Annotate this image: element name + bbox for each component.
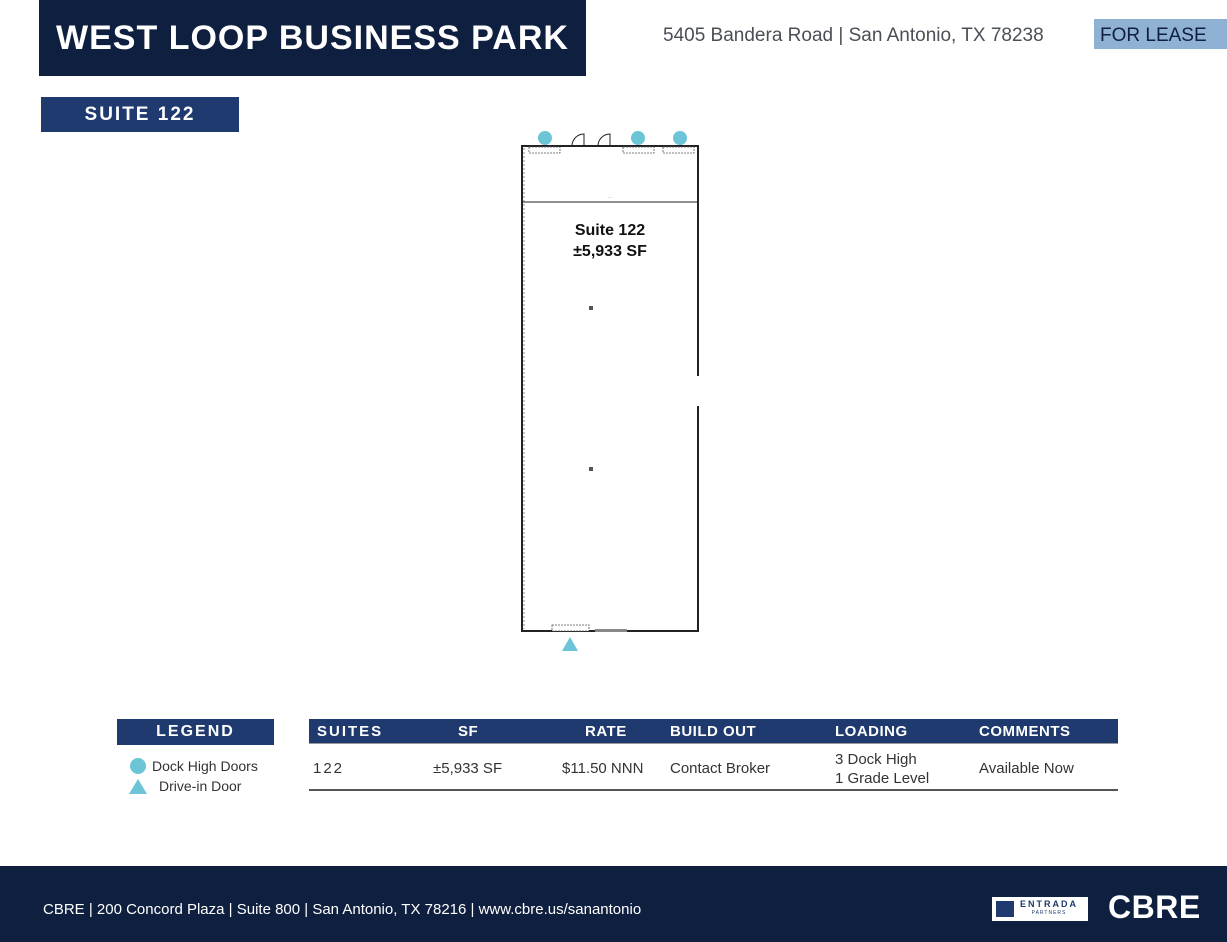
legend-item-drive-in: Drive-in Door: [129, 778, 241, 794]
cell-sf: ±5,933 SF: [433, 760, 503, 777]
entry-door-1: [571, 133, 585, 147]
threshold: [595, 629, 627, 632]
circle-icon: [130, 758, 146, 774]
legend-label-dock: Dock High Doors: [152, 758, 258, 774]
dock-high-marker-1: [538, 131, 552, 145]
entrada-logo-sub: PARTNERS: [1031, 910, 1067, 916]
plan-suite-name: Suite 122: [574, 222, 646, 239]
property-title: WEST LOOP BUSINESS PARK: [56, 18, 569, 57]
plan-suite-size: ±5,933 SF: [573, 243, 647, 260]
cell-loading-grade: 1 Grade Level: [835, 770, 930, 787]
table-divider: [309, 743, 1118, 744]
cell-suite: 122: [313, 760, 345, 777]
col-sf: SF: [458, 723, 479, 740]
cell-loading-dock: 3 Dock High: [835, 751, 917, 768]
dock-high-marker-3: [673, 131, 687, 145]
entry-door-2: [597, 133, 611, 147]
legend-item-dock: Dock High Doors: [130, 758, 258, 774]
cell-build-out: Contact Broker: [670, 760, 771, 777]
dock-door-3: [662, 146, 695, 154]
side-opening: [696, 376, 700, 406]
col-suites: SUITES: [317, 723, 384, 740]
legend-title: LEGEND: [117, 719, 274, 745]
col-rate: RATE: [585, 723, 627, 740]
drive-in-door: [551, 624, 590, 632]
property-address: 5405 Bandera Road | San Antonio, TX 7823…: [663, 25, 1044, 46]
legend-label-drive-in: Drive-in Door: [159, 778, 242, 794]
col-comments: COMMENTS: [979, 723, 1071, 740]
dock-door-2: [622, 146, 655, 154]
suite-tag: SUITE 122: [41, 97, 239, 132]
column-2: [589, 467, 593, 471]
footer-contact: CBRE | 200 Concord Plaza | Suite 800 | S…: [43, 901, 642, 918]
entrada-mark-icon: [996, 901, 1014, 917]
col-build-out: BUILD OUT: [670, 723, 757, 740]
cell-rate: $11.50 NNN: [562, 760, 644, 777]
dock-high-marker-2: [631, 131, 645, 145]
cbre-logo: CBRE: [1108, 889, 1201, 925]
for-lease-badge: FOR LEASE: [1094, 19, 1227, 49]
col-loading: LOADING: [835, 723, 908, 740]
property-title-banner: WEST LOOP BUSINESS PARK: [39, 0, 586, 76]
drive-in-marker: [562, 637, 578, 651]
entrada-logo: ENTRADA PARTNERS: [992, 897, 1088, 921]
table-bottom-rule: [309, 789, 1118, 791]
dock-door-1: [528, 146, 561, 154]
svg-text:- -: - -: [608, 194, 612, 199]
column-1: [589, 306, 593, 310]
cell-comments: Available Now: [979, 760, 1074, 777]
triangle-icon: [129, 778, 147, 794]
floor-plan: - -: [521, 131, 700, 651]
entrada-logo-text: ENTRADA: [1020, 899, 1078, 909]
suite-outline: [521, 145, 699, 632]
